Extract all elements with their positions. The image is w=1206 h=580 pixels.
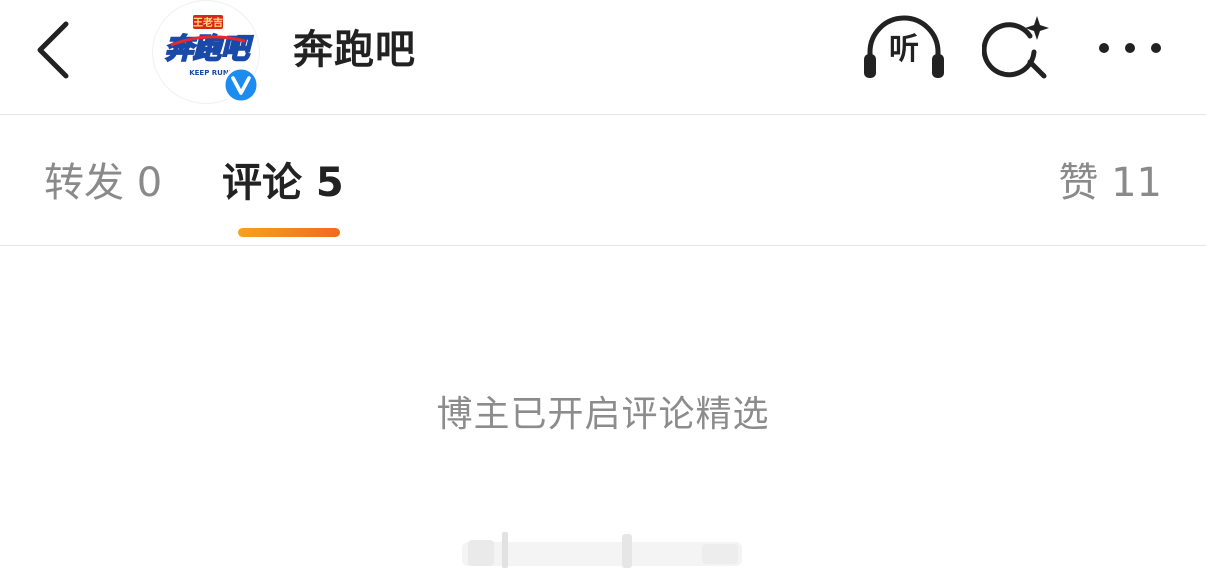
more-dots-icon xyxy=(1099,43,1161,53)
page-title: 奔跑吧 xyxy=(293,27,416,73)
listen-button[interactable]: 听 xyxy=(862,14,946,82)
interaction-tab-bar: 转发 0 评论 5 赞 11 xyxy=(0,115,1206,246)
comment-selection-notice: 博主已开启评论精选 xyxy=(436,394,770,435)
verified-v-icon xyxy=(222,66,260,104)
tab-comment[interactable]: 评论 5 xyxy=(222,155,344,211)
more-button[interactable] xyxy=(1094,24,1166,72)
chevron-left-icon xyxy=(37,21,69,79)
comments-page: 王老吉 奔跑吧 KEEP RUNNING 奔跑吧 听 转发 0 评论 5 赞 1… xyxy=(0,0,1206,580)
back-button[interactable] xyxy=(28,18,78,82)
active-tab-indicator xyxy=(238,228,340,237)
search-button[interactable] xyxy=(982,14,1052,84)
listen-label: 听 xyxy=(889,32,919,67)
top-navigation-bar: 王老吉 奔跑吧 KEEP RUNNING 奔跑吧 听 xyxy=(0,0,1206,115)
tab-like[interactable]: 赞 11 xyxy=(1058,155,1162,211)
tab-repost[interactable]: 转发 0 xyxy=(44,155,162,211)
loading-placeholder-image xyxy=(462,532,742,568)
search-sparkle-icon xyxy=(982,16,1049,79)
logo-text-top: 王老吉 xyxy=(193,16,223,29)
